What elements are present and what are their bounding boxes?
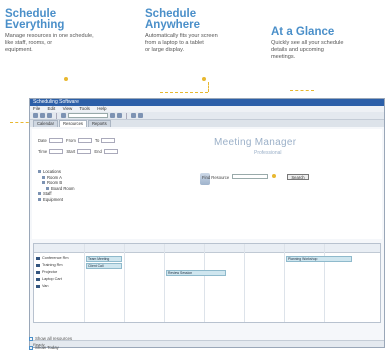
print-icon[interactable] xyxy=(61,113,66,118)
grid-divider xyxy=(84,244,85,322)
status-bar: Ready xyxy=(30,340,384,347)
forward-icon[interactable] xyxy=(117,113,122,118)
connector-line xyxy=(208,82,209,92)
from-field[interactable] xyxy=(77,138,92,144)
menu-tools[interactable]: Tools xyxy=(79,106,90,111)
toolbar-divider xyxy=(126,112,127,119)
time-label: Time xyxy=(38,149,48,154)
brand-title: Meeting Manager xyxy=(214,137,297,148)
feature-schedule-anywhere: Schedule Anywhere Automatically fits your… xyxy=(145,8,263,54)
feature-schedule-everything: Schedule Everything Manage resources in o… xyxy=(5,8,123,54)
lightbulb-icon xyxy=(202,77,206,81)
resource-row-label[interactable]: Conference Rm xyxy=(36,256,69,260)
feature-title: Schedule Anywhere xyxy=(145,8,200,31)
date-row: Date From To xyxy=(38,138,117,144)
refresh-icon[interactable] xyxy=(138,113,143,118)
search-input[interactable] xyxy=(232,174,268,179)
lightbulb-icon xyxy=(64,77,68,81)
menu-view[interactable]: View xyxy=(63,106,73,111)
grid-divider xyxy=(244,244,245,322)
date-label: Date xyxy=(38,138,47,143)
booking-block[interactable]: Team Meeting xyxy=(86,256,122,262)
time-field[interactable] xyxy=(49,149,64,155)
resource-row-label[interactable]: Laptop Cart xyxy=(36,277,62,281)
connector-line xyxy=(160,92,208,93)
option-label: Show Today xyxy=(35,345,59,350)
open-icon[interactable] xyxy=(40,113,45,118)
end-label: End xyxy=(94,149,102,154)
app-window: Scheduling Software File Edit View Tools… xyxy=(29,98,385,348)
feature-description: Automatically fits your screen from a la… xyxy=(145,33,218,53)
toolbar-divider xyxy=(56,112,57,119)
resource-row-label[interactable]: Projector xyxy=(36,270,57,274)
from-label: From xyxy=(66,138,76,143)
tab-calendar[interactable]: Calendar xyxy=(33,120,58,127)
start-label: Start xyxy=(66,149,76,154)
search-label: Find Resource xyxy=(202,175,230,180)
booking-block[interactable]: Review Session xyxy=(166,270,226,276)
schedule-grid: Conference Rm Training Rm Projector Lapt… xyxy=(33,243,381,323)
to-label: To xyxy=(94,138,100,143)
resource-row-label[interactable]: Training Rm xyxy=(36,263,63,267)
resource-row-label[interactable]: Van xyxy=(36,284,48,288)
search-button[interactable]: Search xyxy=(287,174,309,180)
date-field[interactable] xyxy=(48,138,63,144)
feature-description: Manage resources in one schedule, like s… xyxy=(5,33,94,53)
time-row: Time Start End xyxy=(38,149,120,155)
back-icon[interactable] xyxy=(110,113,115,118)
to-field[interactable] xyxy=(101,138,116,144)
save-icon[interactable] xyxy=(47,113,52,118)
grid-divider xyxy=(204,244,205,322)
grid-divider xyxy=(284,244,285,322)
option-label: Show all resources xyxy=(35,336,73,341)
brand-subtitle: Professional xyxy=(254,150,282,156)
feature-title: Schedule Everything xyxy=(5,8,65,31)
tab-reports[interactable]: Reports xyxy=(88,120,111,127)
menu-file[interactable]: File xyxy=(33,106,40,111)
booking-block[interactable]: Client Call xyxy=(86,263,122,269)
toolbar-search-input[interactable] xyxy=(68,113,108,118)
tab-strip: Calendar Resources Reports xyxy=(30,120,384,127)
checkbox-icon[interactable] xyxy=(29,345,33,350)
end-field[interactable] xyxy=(103,149,118,155)
menu-help[interactable]: Help xyxy=(97,106,106,111)
feature-description: Quickly see all your schedule details an… xyxy=(271,40,344,60)
toolbar xyxy=(30,112,384,120)
lightbulb-icon xyxy=(272,174,276,178)
grid-header xyxy=(34,244,380,253)
tree-item[interactable]: Equipment xyxy=(38,197,75,203)
feature-at-a-glance: At a Glance Quickly see all your schedul… xyxy=(271,26,389,61)
new-icon[interactable] xyxy=(33,113,38,118)
show-all-option[interactable]: Show all resources xyxy=(29,336,72,341)
checkbox-icon[interactable] xyxy=(29,336,33,341)
grid-divider xyxy=(124,244,125,322)
show-today-option[interactable]: Show Today xyxy=(29,345,59,350)
menu-edit[interactable]: Edit xyxy=(48,106,56,111)
tab-resources[interactable]: Resources xyxy=(59,120,88,127)
zoom-icon[interactable] xyxy=(131,113,136,118)
connector-line xyxy=(290,90,314,91)
grid-divider xyxy=(164,244,165,322)
resource-tree: Locations Room A Room B Board Room Staff… xyxy=(38,169,75,202)
content-panel: Date From To Time Start End Meeting Mana… xyxy=(32,129,382,239)
feature-title: At a Glance xyxy=(271,26,335,38)
booking-block[interactable]: Planning Workshop xyxy=(286,256,352,262)
start-field[interactable] xyxy=(77,149,92,155)
window-title: Scheduling Software xyxy=(30,99,384,106)
